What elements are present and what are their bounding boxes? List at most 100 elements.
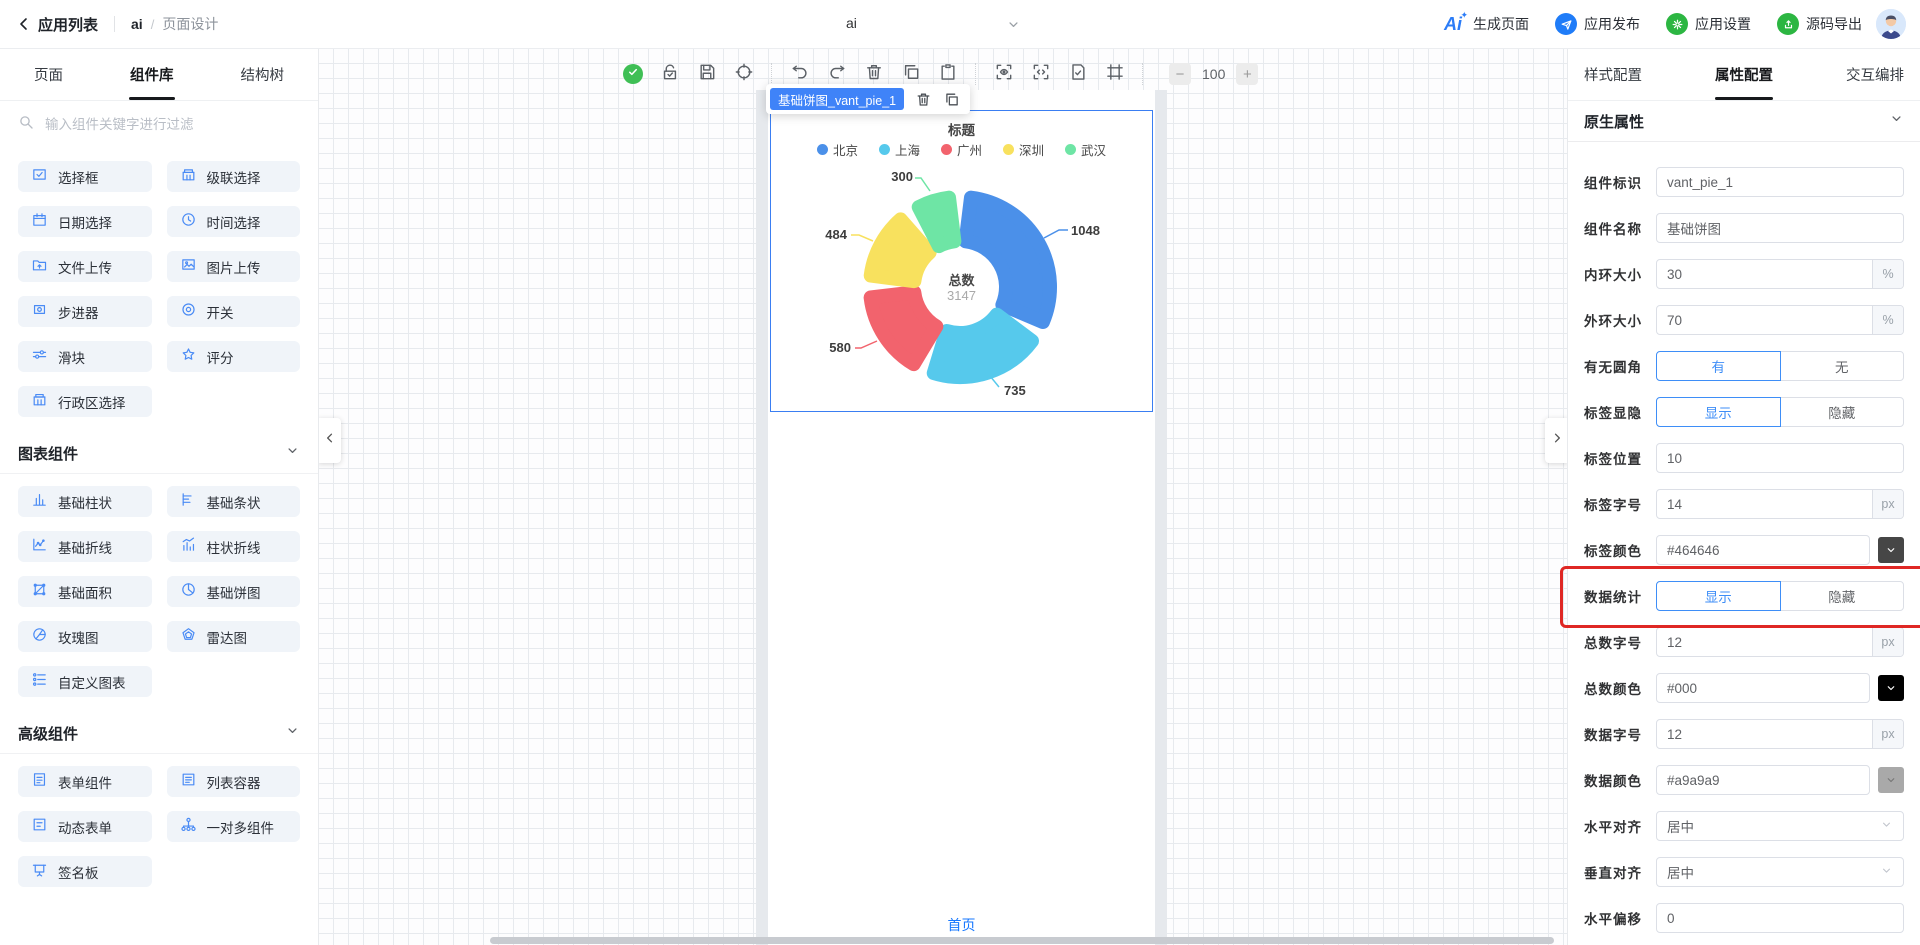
component-item-pie-chart[interactable]: 基础饼图	[166, 576, 300, 607]
component-item-area-chart[interactable]: 基础面积	[18, 576, 152, 607]
outer-ring-size-input[interactable]	[1657, 306, 1872, 334]
panel-tab-交互编排[interactable]: 交互编排	[1846, 48, 1904, 100]
copy-button[interactable]	[901, 64, 921, 84]
zoom-out-button[interactable]: −	[1169, 63, 1191, 85]
component-name-input[interactable]	[1657, 214, 1903, 242]
header-action-app-settings[interactable]: 应用设置	[1666, 13, 1751, 35]
phone-preview[interactable]: 标题 北京 上海 广州 深圳 武汉 1048 735 580 484 300 总数 3147 首…	[768, 90, 1155, 945]
back-button[interactable]: 应用列表	[16, 14, 98, 35]
component-item-star[interactable]: 评分	[166, 341, 300, 372]
header-action-export-source[interactable]: 源码导出	[1777, 13, 1862, 35]
rounded-corner-option-有[interactable]: 有	[1656, 351, 1781, 381]
label-visibility-option-隐藏[interactable]: 隐藏	[1779, 397, 1904, 427]
frame-button[interactable]	[1105, 63, 1125, 84]
component-id-input[interactable]	[1657, 168, 1903, 196]
sidebar-tab-结构树[interactable]: 结构树	[241, 48, 285, 100]
native-properties-section-header[interactable]: 原生属性	[1568, 101, 1920, 142]
page-check-button[interactable]	[1068, 63, 1088, 84]
total-color-swatch-button[interactable]	[1878, 675, 1904, 701]
label-visibility-option-显示[interactable]: 显示	[1656, 397, 1781, 427]
breadcrumb-app-name[interactable]: ai	[131, 16, 143, 32]
pie-segment-深圳[interactable]	[863, 212, 937, 289]
horizontal-scrollbar[interactable]	[490, 937, 1554, 944]
label-position-input[interactable]	[1657, 444, 1903, 472]
label-color-swatch-button[interactable]	[1878, 537, 1904, 563]
rounded-corner-option-无[interactable]: 无	[1779, 351, 1904, 381]
data-font-size-input[interactable]	[1657, 720, 1872, 748]
panel-collapse-button[interactable]	[1545, 418, 1568, 463]
component-item-calendar[interactable]: 日期选择	[18, 206, 152, 237]
component-item-barline-chart[interactable]: 柱状折线	[166, 531, 300, 562]
zoom-in-button[interactable]: +	[1236, 63, 1259, 85]
component-item-list-container[interactable]: 列表容器	[166, 766, 300, 797]
component-item-dynamic-form[interactable]: 动态表单	[18, 811, 152, 842]
section-title: 图表组件	[18, 445, 79, 463]
component-item-switch[interactable]: 开关	[166, 296, 300, 327]
panel-tab-样式配置[interactable]: 样式配置	[1584, 48, 1642, 100]
save-button[interactable]	[697, 64, 717, 84]
label-font-size-input[interactable]	[1657, 490, 1872, 518]
component-item-slider[interactable]: 滑块	[18, 341, 152, 372]
component-item-one-to-many[interactable]: 一对多组件	[166, 811, 300, 842]
target-button[interactable]	[734, 63, 754, 84]
data-statistics-option-显示[interactable]: 显示	[1656, 581, 1781, 611]
donut-chart[interactable]	[771, 111, 1152, 411]
pie-segment-上海[interactable]	[926, 307, 1039, 384]
pie-segment-北京[interactable]	[958, 190, 1057, 329]
component-item-folder-upload[interactable]: 文件上传	[18, 251, 152, 282]
horizontal-offset-input[interactable]	[1657, 904, 1903, 932]
component-item-bar-chart[interactable]: 基础柱状	[18, 486, 152, 517]
component-item-rose-chart[interactable]: 玫瑰图	[18, 621, 152, 652]
sidebar-tab-组件库[interactable]: 组件库	[130, 48, 174, 100]
search-input[interactable]	[43, 115, 300, 133]
component-item-radar-chart[interactable]: 雷达图	[166, 621, 300, 652]
total-color-input[interactable]	[1657, 674, 1869, 702]
component-item-stepper[interactable]: 步进器	[18, 296, 152, 327]
selected-component-chip[interactable]: 基础饼图_vant_pie_1	[770, 88, 905, 110]
user-avatar[interactable]	[1876, 9, 1906, 39]
undo-button[interactable]	[790, 64, 810, 84]
pie-chart-component[interactable]: 标题 北京 上海 广州 深圳 武汉 1048 735 580 484 300 总数 3147	[770, 110, 1153, 412]
vertical-align-select[interactable]: 居中	[1656, 857, 1904, 887]
status-ok-button[interactable]	[623, 64, 643, 84]
delete-component-button[interactable]	[915, 91, 932, 108]
component-item-clock[interactable]: 时间选择	[166, 206, 300, 237]
page-select[interactable]: ai	[790, 0, 1030, 48]
component-item-cascade[interactable]: 级联选择	[166, 161, 300, 192]
data-statistics-option-隐藏[interactable]: 隐藏	[1779, 581, 1904, 611]
redo-button[interactable]	[827, 64, 847, 84]
design-canvas[interactable]: −100 + 标题 北京 上海 广州 深圳 武汉 1048 735 580 484 300 总数 …	[318, 48, 1568, 945]
data-color-swatch-button[interactable]	[1878, 767, 1904, 793]
home-link[interactable]: 首页	[948, 917, 976, 933]
label-color-input[interactable]	[1657, 536, 1869, 564]
component-item-line-chart[interactable]: 基础折线	[18, 531, 152, 562]
code-icon	[1031, 62, 1051, 87]
panel-tab-属性配置[interactable]: 属性配置	[1715, 48, 1773, 100]
horizontal-align-select[interactable]: 居中	[1656, 811, 1904, 841]
component-item-custom-chart[interactable]: 自定义图表	[18, 666, 152, 697]
unlock-button[interactable]	[660, 63, 680, 84]
total-font-size-input[interactable]	[1657, 628, 1872, 656]
paste-button[interactable]	[938, 63, 958, 84]
component-item-checkbox[interactable]: 选择框	[18, 161, 152, 192]
code-button[interactable]	[1031, 64, 1051, 84]
field-row-total-color: 总数颜色	[1584, 665, 1904, 711]
field-row-inner-ring-size: 内环大小%	[1584, 251, 1904, 297]
header-action-generate-page[interactable]: Ai ✦ 生成页面	[1444, 10, 1529, 35]
data-color-input[interactable]	[1657, 766, 1869, 794]
preview-button[interactable]	[994, 64, 1014, 84]
pie-segment-广州[interactable]	[863, 285, 944, 372]
component-item-hbar-chart[interactable]: 基础条状	[166, 486, 300, 517]
component-item-signature[interactable]: 签名板	[18, 856, 152, 887]
sidebar-tab-页面[interactable]: 页面	[34, 48, 63, 100]
inner-ring-size-input[interactable]	[1657, 260, 1872, 288]
delete-button[interactable]	[864, 64, 884, 84]
component-item-district[interactable]: 行政区选择	[18, 386, 152, 417]
section-header-高级组件[interactable]: 高级组件	[0, 713, 318, 753]
section-header-图表组件[interactable]: 图表组件	[0, 433, 318, 473]
copy-component-button[interactable]	[943, 91, 960, 108]
component-item-image-upload[interactable]: 图片上传	[166, 251, 300, 282]
sidebar-collapse-button[interactable]	[318, 418, 341, 463]
header-action-publish-app[interactable]: 应用发布	[1555, 13, 1640, 35]
component-item-form[interactable]: 表单组件	[18, 766, 152, 797]
